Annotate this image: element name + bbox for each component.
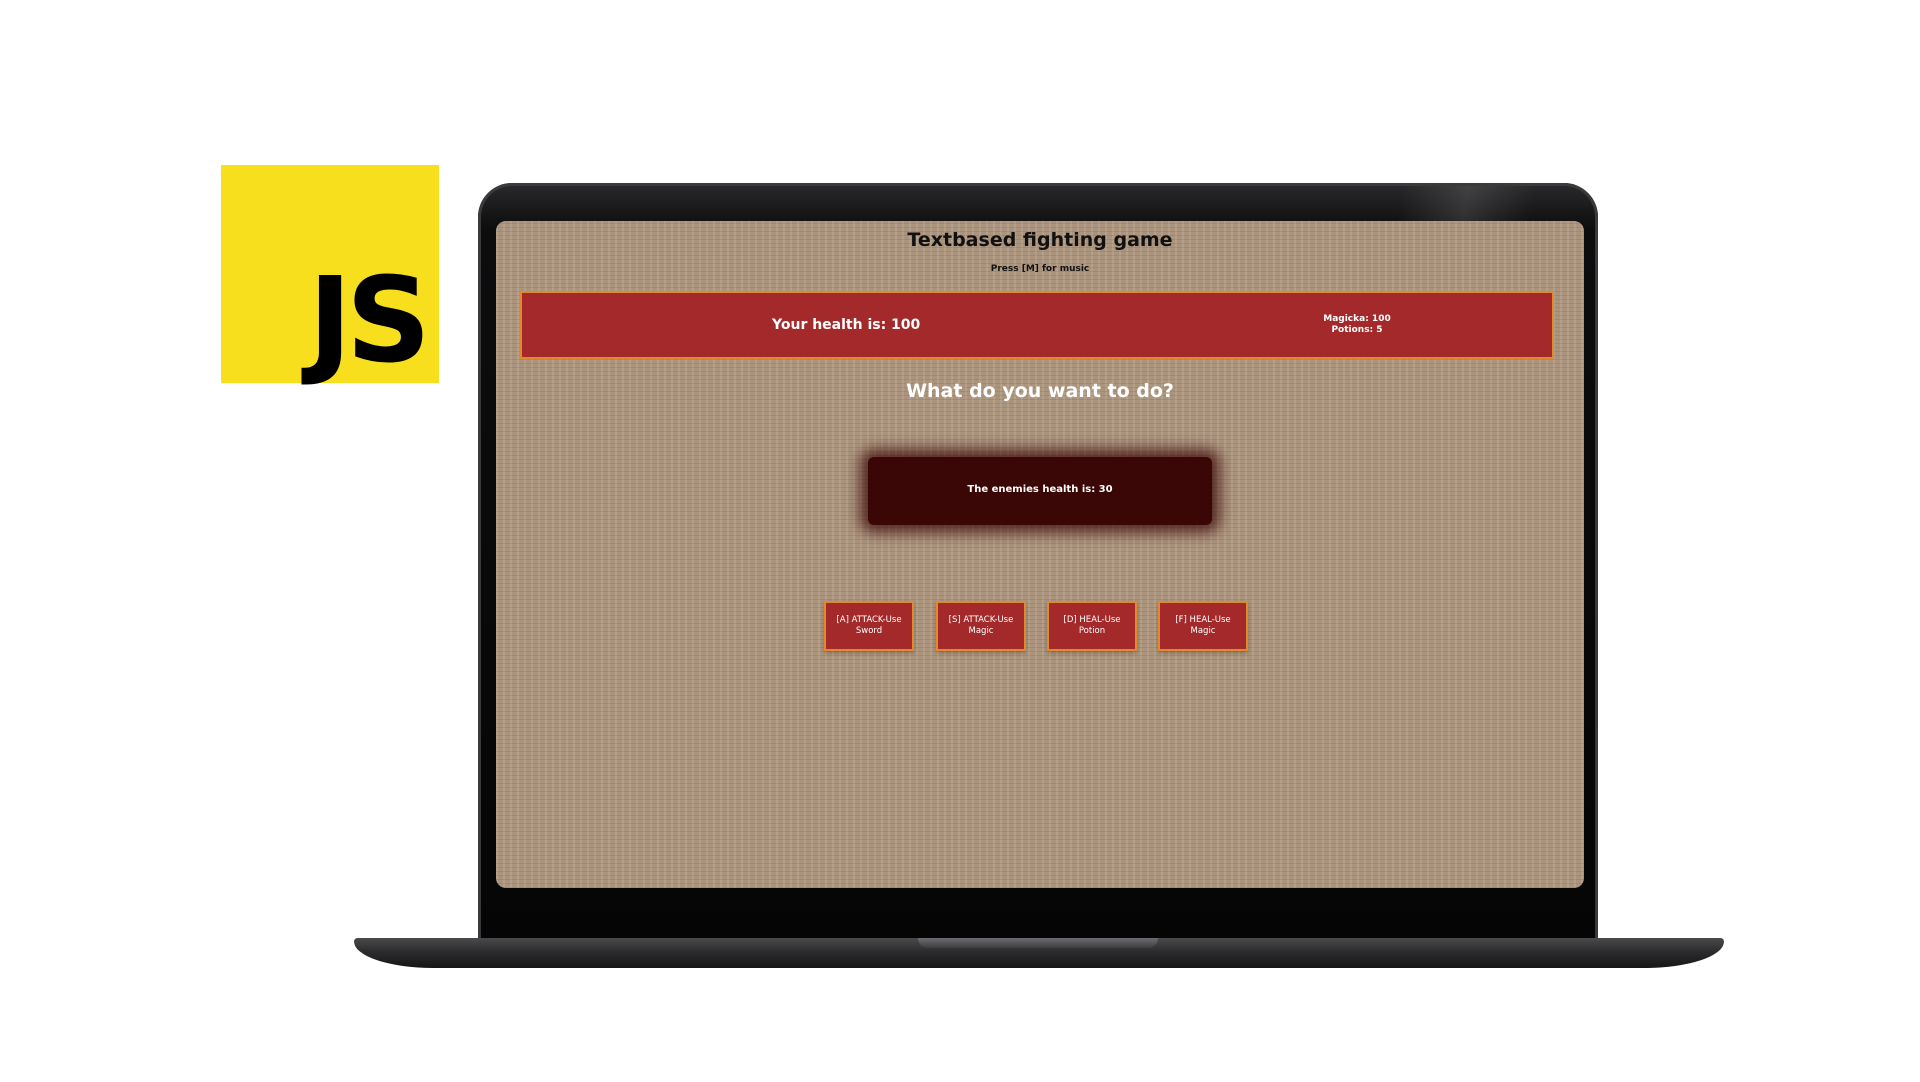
action-prompt: What do you want to do? — [906, 380, 1174, 402]
laptop-glare — [1380, 186, 1595, 226]
player-health: Your health is: 100 — [772, 317, 921, 333]
enemy-panel: The enemies health is: 30 — [868, 457, 1212, 525]
laptop-screen: Textbased fighting game Press [M] for mu… — [496, 221, 1584, 888]
attack-magic-button[interactable]: [S] ATTACK-Use Magic — [936, 601, 1026, 651]
game-title: Textbased fighting game — [907, 229, 1173, 251]
enemy-health: The enemies health is: 30 — [967, 484, 1113, 495]
javascript-logo: JS — [221, 165, 439, 383]
stats-bar: Your health is: 100 Magicka: 100 Potions… — [520, 291, 1554, 359]
javascript-logo-text: JS — [308, 251, 431, 389]
laptop-hinge-notch — [918, 938, 1158, 948]
music-hint: Press [M] for music — [990, 264, 1090, 274]
heal-potion-button[interactable]: [D] HEAL-Use Potion — [1047, 601, 1137, 651]
magicka-count: Magicka: 100 — [1323, 314, 1391, 324]
attack-sword-button[interactable]: [A] ATTACK-Use Sword — [824, 601, 914, 651]
potions-count: Potions: 5 — [1331, 325, 1383, 335]
heal-magic-button[interactable]: [F] HEAL-Use Magic — [1158, 601, 1248, 651]
action-buttons: [A] ATTACK-Use Sword [S] ATTACK-Use Magi… — [824, 601, 1258, 651]
